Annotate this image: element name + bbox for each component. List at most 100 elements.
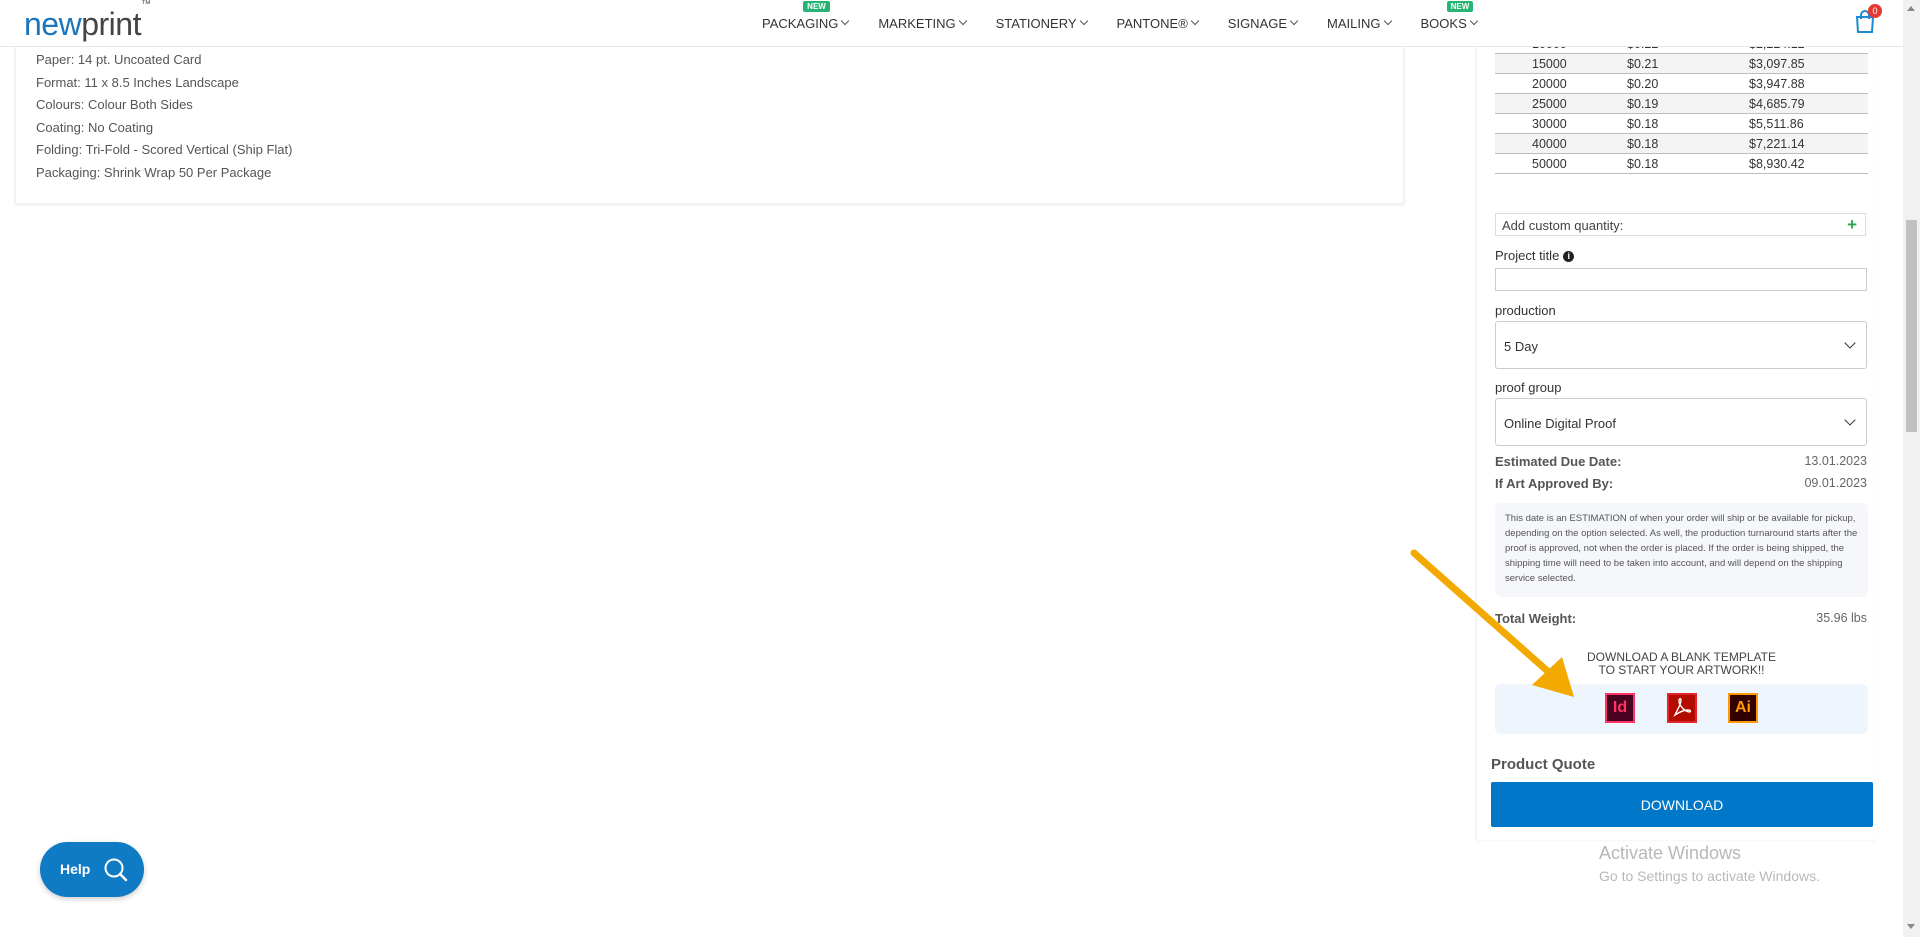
price-table-row[interactable]: 30000 $0.18 $5,511.86 <box>1495 113 1868 134</box>
acrobat-icon <box>1673 697 1692 718</box>
scroll-up-arrow-icon[interactable] <box>1907 6 1915 11</box>
project-title-input[interactable] <box>1495 268 1867 291</box>
total-price-cell: $7,221.14 <box>1749 133 1868 154</box>
price-table-row[interactable]: 50000 $0.18 $8,930.42 <box>1495 153 1868 174</box>
production-selected-value: 5 Day <box>1504 339 1538 354</box>
product-specs-card: Paper: 14 pt. Uncoated Card Format: 11 x… <box>15 46 1404 204</box>
chevron-down-icon <box>1469 16 1478 26</box>
custom-quantity-placeholder: Add custom quantity: <box>1502 218 1624 233</box>
estimated-due-date-label: Estimated Due Date: <box>1495 454 1622 469</box>
total-weight-value: 35.96 lbs <box>1816 611 1867 625</box>
project-title-label-text: Project title <box>1495 248 1560 263</box>
production-label: production <box>1495 303 1556 318</box>
nav-item-books[interactable]: NEW BOOKS <box>1420 0 1478 31</box>
art-approved-by-value: 09.01.2023 <box>1804 476 1867 490</box>
total-price-cell: $3,947.88 <box>1749 73 1868 94</box>
art-approved-by-label: If Art Approved By: <box>1495 476 1614 491</box>
nav-label: MAILING <box>1327 15 1381 31</box>
estimated-due-date: Estimated Due Date: 13.01.2023 <box>1495 454 1867 469</box>
logo-trademark: ™ <box>140 0 151 11</box>
chevron-down-icon <box>958 16 967 26</box>
nav-item-signage[interactable]: SIGNAGE <box>1227 15 1299 31</box>
unit-price-cell: $0.19 <box>1627 93 1749 114</box>
activate-windows-title: Activate Windows <box>1599 843 1742 863</box>
nav-label: STATIONERY <box>995 15 1077 31</box>
activate-windows-subtitle: Go to Settings to activate Windows. <box>1599 868 1820 884</box>
spec-folding: Folding: Tri-Fold - Scored Vertical (Shi… <box>36 142 293 157</box>
chevron-down-icon <box>1289 16 1299 26</box>
unit-price-cell: $0.20 <box>1627 73 1749 94</box>
nav-item-marketing[interactable]: MARKETING <box>878 15 967 31</box>
unit-price-cell: $0.18 <box>1627 133 1749 154</box>
unit-price-cell: $0.18 <box>1627 153 1749 174</box>
quantity-cell: 20000 <box>1495 73 1627 94</box>
new-badge: NEW <box>803 0 830 12</box>
custom-quantity-field[interactable]: Add custom quantity: + <box>1495 213 1866 236</box>
newprint-logo[interactable]: newprint™ <box>24 0 151 43</box>
production-select[interactable]: 5 Day <box>1495 321 1867 369</box>
nav-label: BOOKS <box>1420 15 1467 31</box>
main-nav: NEW PACKAGING MARKETING STATIONERY PANTO… <box>762 0 1507 46</box>
nav-item-pantone[interactable]: PANTONE® <box>1116 15 1200 31</box>
project-title-label: Project title i <box>1495 248 1575 263</box>
spec-colours: Colours: Colour Both Sides <box>36 97 193 112</box>
price-table-row[interactable]: 40000 $0.18 $7,221.14 <box>1495 133 1868 154</box>
spec-packaging: Packaging: Shrink Wrap 50 Per Package <box>36 165 272 180</box>
nav-item-stationery[interactable]: STATIONERY <box>995 15 1088 31</box>
nav-label: PACKAGING <box>762 15 839 31</box>
total-price-cell: $3,097.85 <box>1749 53 1868 74</box>
logo-text-new: new <box>24 6 82 42</box>
chevron-down-icon <box>1844 414 1856 426</box>
total-price-cell: $5,511.86 <box>1749 113 1868 134</box>
unit-price-cell: $0.18 <box>1627 113 1749 134</box>
search-help-icon <box>104 858 128 882</box>
top-navigation-bar: newprint™ NEW PACKAGING MARKETING STATIO… <box>0 0 1903 47</box>
cart-count-badge: 0 <box>1868 4 1882 18</box>
download-quote-button[interactable]: DOWNLOAD <box>1491 782 1873 827</box>
add-quantity-icon[interactable]: + <box>1847 213 1857 236</box>
price-table: 10000$0.22$2,224.1215000$0.21$3,097.8520… <box>1495 34 1868 174</box>
chevron-down-icon <box>1079 16 1088 26</box>
price-table-row[interactable]: 25000 $0.19 $4,685.79 <box>1495 93 1868 114</box>
estimated-due-date-value: 13.01.2023 <box>1804 454 1867 468</box>
chevron-down-icon <box>1844 337 1856 349</box>
price-table-row[interactable]: 15000 $0.21 $3,097.85 <box>1495 53 1868 74</box>
page-scrollbar[interactable] <box>1903 0 1920 937</box>
nav-label: MARKETING <box>878 15 956 31</box>
help-button[interactable]: Help <box>40 842 144 897</box>
quantity-cell: 50000 <box>1495 153 1627 174</box>
nav-item-mailing[interactable]: MAILING <box>1327 15 1392 31</box>
quantity-cell: 40000 <box>1495 133 1627 154</box>
quantity-cell: 15000 <box>1495 53 1627 74</box>
chevron-down-icon <box>841 16 850 26</box>
price-table-row[interactable]: 20000 $0.20 $3,947.88 <box>1495 73 1868 94</box>
proof-group-label: proof group <box>1495 380 1562 395</box>
unit-price-cell: $0.21 <box>1627 53 1749 74</box>
quantity-cell: 30000 <box>1495 113 1627 134</box>
art-approved-by: If Art Approved By: 09.01.2023 <box>1495 476 1867 491</box>
nav-label: PANTONE® <box>1116 15 1188 31</box>
help-label: Help <box>60 861 91 877</box>
indesign-template-icon[interactable]: Id <box>1605 693 1635 723</box>
proof-group-selected-value: Online Digital Proof <box>1504 416 1616 431</box>
product-quote-title: Product Quote <box>1491 756 1596 773</box>
spec-paper: Paper: 14 pt. Uncoated Card <box>36 52 202 67</box>
chevron-down-icon <box>1383 16 1392 26</box>
pdf-template-icon[interactable] <box>1667 693 1697 723</box>
quantity-cell: 25000 <box>1495 93 1627 114</box>
proof-group-select[interactable]: Online Digital Proof <box>1495 398 1867 446</box>
scroll-thumb[interactable] <box>1906 220 1917 432</box>
logo-text-print: print <box>81 6 141 42</box>
illustrator-template-icon[interactable]: Ai <box>1728 693 1758 723</box>
total-price-cell: $8,930.42 <box>1749 153 1868 174</box>
annotation-arrow-icon <box>1410 549 1574 697</box>
scroll-down-arrow-icon[interactable] <box>1907 924 1915 929</box>
chevron-down-icon <box>1190 16 1200 26</box>
spec-format: Format: 11 x 8.5 Inches Landscape <box>36 75 239 90</box>
total-price-cell: $4,685.79 <box>1749 93 1868 114</box>
nav-label: SIGNAGE <box>1227 15 1288 31</box>
new-badge: NEW <box>1446 0 1474 12</box>
spec-coating: Coating: No Coating <box>36 120 154 135</box>
info-icon[interactable]: i <box>1563 251 1575 262</box>
nav-item-packaging[interactable]: NEW PACKAGING <box>762 0 850 31</box>
